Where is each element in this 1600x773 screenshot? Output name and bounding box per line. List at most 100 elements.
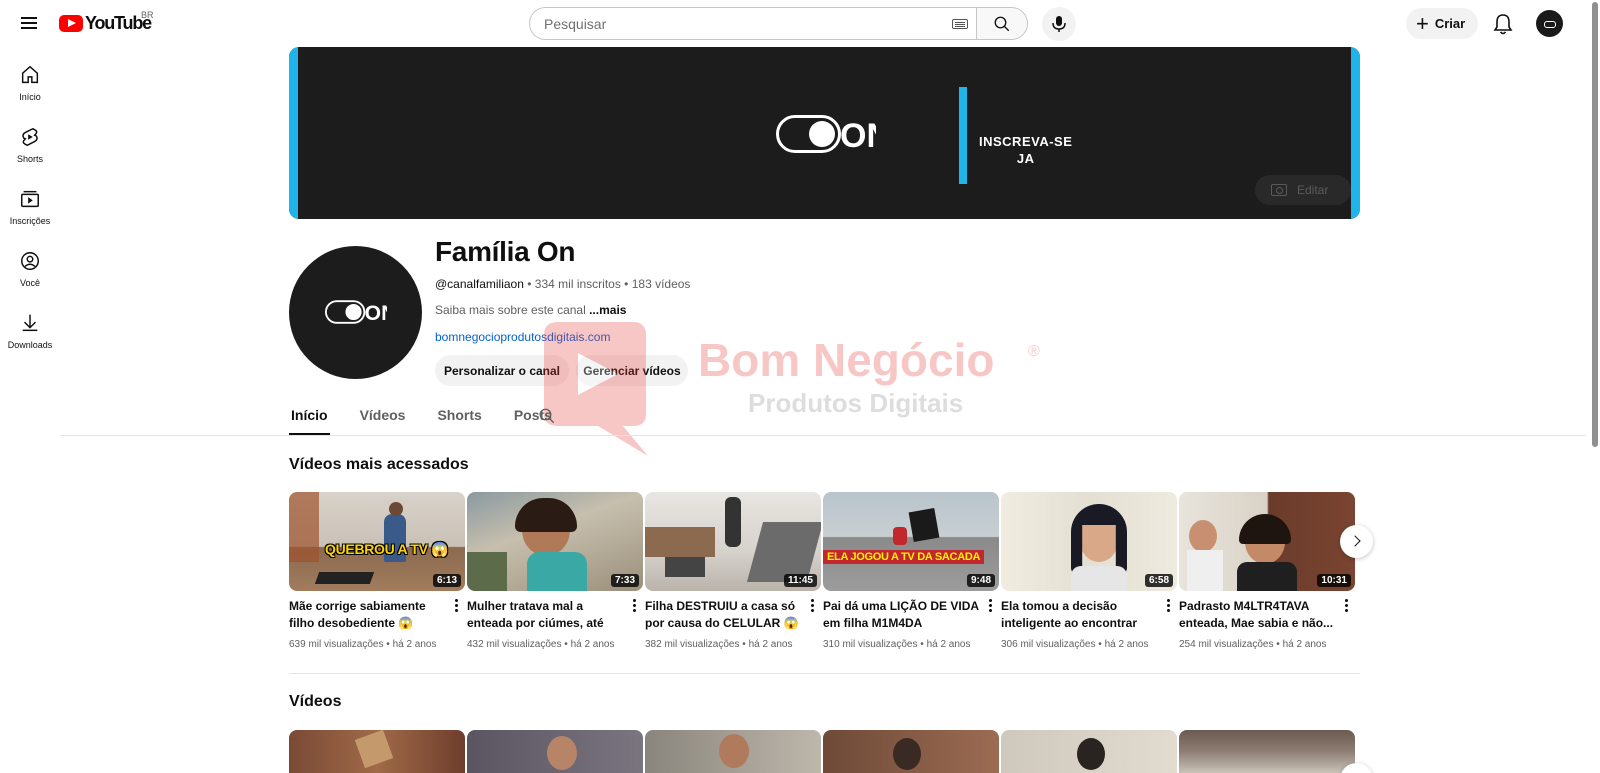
video-thumbnail[interactable]: ELA JOGOU A TV DA SACADA 9:48 (823, 492, 999, 591)
video-views: 306 mil visualizações (1001, 639, 1096, 650)
watermark-line1: Bom Negócio (698, 334, 994, 386)
video-thumbnail[interactable]: 6:58 (1001, 492, 1177, 591)
tab-home[interactable]: Início (289, 395, 330, 435)
more-options-icon[interactable] (807, 598, 817, 614)
video-thumbnail[interactable]: QUEBROU A TV 😱 6:13 (289, 492, 465, 591)
video-thumbnail[interactable] (1179, 730, 1355, 773)
youtube-logo[interactable]: YouTube BR (59, 10, 154, 33)
video-card[interactable] (823, 730, 999, 773)
video-thumbnail[interactable] (823, 730, 999, 773)
video-duration: 10:31 (1317, 574, 1351, 587)
create-label: Criar (1434, 16, 1466, 31)
video-card[interactable]: ELA JOGOU A TV DA SACADA 9:48 Pai dá uma… (823, 492, 999, 650)
video-meta: 639 mil visualizações • há 2 anos (289, 639, 437, 650)
video-title[interactable]: Pai dá uma LIÇÃO DE VIDA em filha M1M4DA (823, 598, 979, 632)
edit-banner-button[interactable]: Editar (1255, 175, 1351, 205)
video-title[interactable]: Filha DESTRUIU a casa só por causa do CE… (645, 598, 801, 632)
video-card[interactable]: 11:45 Filha DESTRUIU a casa só por causa… (645, 492, 821, 650)
manage-videos-button[interactable]: Gerenciar vídeos (576, 355, 688, 386)
watermark-line2: Produtos Digitais (748, 388, 963, 418)
more-options-icon[interactable] (1163, 598, 1173, 614)
video-card[interactable]: QUEBROU A TV 😱 6:13 Mãe corrige sabiamen… (289, 492, 465, 650)
channel-avatar[interactable]: ON (289, 246, 422, 379)
search-box (529, 7, 976, 40)
meta-separator: • (527, 277, 532, 291)
watermark-logo: Bom Negócio ® Produtos Digitais (544, 322, 1040, 456)
video-title[interactable]: Mulher tratava mal a enteada por ciúmes,… (467, 598, 623, 632)
video-card[interactable] (1001, 730, 1177, 773)
microphone-icon (1052, 16, 1066, 32)
video-thumbnail[interactable]: 11:45 (645, 492, 821, 591)
more-options-icon[interactable] (1341, 598, 1351, 614)
notifications-button[interactable] (1490, 11, 1516, 37)
more-options-icon[interactable] (451, 598, 461, 614)
page-scrollbar[interactable] (1590, 0, 1600, 773)
video-title[interactable]: Mãe corrige sabiamente filho desobedient… (289, 598, 445, 632)
video-card[interactable]: 7:33 Mulher tratava mal a enteada por ci… (467, 492, 643, 650)
video-age: há 2 anos (1282, 639, 1327, 650)
sidebar-item-you[interactable]: Você (0, 242, 60, 304)
channel-name: Família On (435, 236, 576, 267)
video-duration: 7:33 (610, 574, 639, 587)
video-title[interactable]: Padrasto M4LTR4TAVA enteada, Mae sabia e… (1179, 598, 1335, 632)
download-icon (22, 314, 38, 332)
watermark-registered: ® (1028, 343, 1040, 360)
avatar-logo-text: ON (365, 302, 387, 325)
search-bar (529, 7, 1028, 40)
video-card[interactable]: 6:58 Ela tomou a decisão inteligente ao … (1001, 492, 1177, 650)
video-duration: 11:45 (783, 574, 817, 587)
video-duration: 6:13 (432, 574, 461, 587)
video-duration: 6:58 (1144, 574, 1173, 587)
video-views: 310 mil visualizações (823, 639, 918, 650)
video-thumbnail[interactable] (467, 730, 643, 773)
sidebar-item-downloads[interactable]: Downloads (0, 304, 60, 366)
customize-channel-button[interactable]: Personalizar o canal (435, 355, 569, 386)
sidebar-item-shorts[interactable]: Shorts (0, 118, 60, 180)
video-title[interactable]: Ela tomou a decisão inteligente ao encon… (1001, 598, 1157, 632)
sidebar-item-home[interactable]: Início (0, 56, 60, 118)
sidebar-item-subscriptions[interactable]: Inscrições (0, 180, 60, 242)
meta-separator: • (624, 277, 629, 291)
video-card[interactable] (467, 730, 643, 773)
video-thumbnail[interactable] (1001, 730, 1177, 773)
channel-description[interactable]: Saiba mais sobre este canal ...mais (435, 303, 626, 317)
video-card[interactable] (645, 730, 821, 773)
more-link[interactable]: ...mais (589, 303, 626, 317)
sidebar-item-label: Downloads (7, 340, 53, 350)
on-logo: ON (776, 115, 876, 153)
video-card[interactable] (289, 730, 465, 773)
video-thumbnail[interactable]: 7:33 (467, 492, 643, 591)
section-title-videos: Vídeos (289, 693, 342, 710)
video-card[interactable]: 10:31 Padrasto M4LTR4TAVA enteada, Mae s… (1179, 492, 1355, 650)
banner-logo-text: ON (840, 117, 876, 153)
scrollbar-thumb[interactable] (1592, 2, 1598, 447)
voice-search-button[interactable] (1042, 7, 1076, 41)
create-button[interactable]: + Criar (1406, 8, 1478, 39)
video-thumbnail[interactable] (289, 730, 465, 773)
tab-shorts[interactable]: Shorts (435, 395, 483, 435)
search-input[interactable] (544, 15, 934, 32)
banner-cta-line1: INSCREVA-SE (979, 134, 1073, 149)
video-card[interactable] (1179, 730, 1355, 773)
channel-search-icon[interactable] (538, 407, 556, 425)
keyboard-icon[interactable] (952, 19, 968, 29)
more-options-icon[interactable] (629, 598, 639, 614)
country-code: BR (141, 10, 154, 20)
on-logo: ON (325, 300, 387, 325)
video-thumbnail[interactable] (645, 730, 821, 773)
banner-cta-line2: JA (1016, 151, 1035, 166)
account-avatar[interactable] (1536, 10, 1563, 37)
carousel-next-button[interactable] (1340, 525, 1373, 558)
search-icon (994, 16, 1010, 32)
video-meta: 310 mil visualizações • há 2 anos (823, 639, 971, 650)
banner-accent-right (1351, 47, 1360, 219)
channel-link[interactable]: bomnegocioprodutosdigitais.com (435, 330, 610, 344)
home-icon (21, 65, 39, 84)
channel-banner: ON INSCREVA-SE JA Editar (289, 47, 1360, 219)
menu-icon[interactable] (16, 10, 42, 36)
more-options-icon[interactable] (985, 598, 995, 614)
video-thumbnail[interactable]: 10:31 (1179, 492, 1355, 591)
tab-videos[interactable]: Vídeos (358, 395, 408, 435)
search-button[interactable] (976, 7, 1028, 40)
section-title-popular: Vídeos mais acessados (289, 456, 469, 473)
